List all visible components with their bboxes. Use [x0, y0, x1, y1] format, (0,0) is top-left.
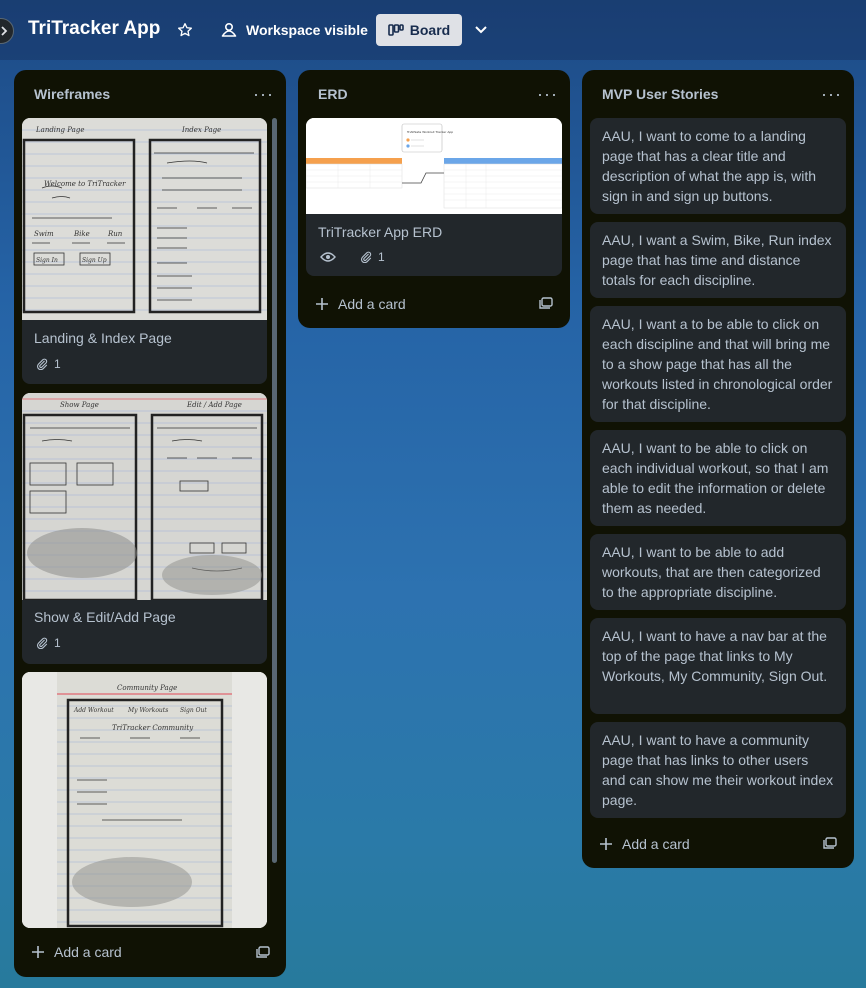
workspace-visible-button[interactable]: Workspace visible — [214, 14, 374, 46]
svg-text:Add Workout: Add Workout — [73, 707, 114, 714]
wireframe-sketch-image: Community Page Add Workout My Workouts S… — [22, 672, 267, 928]
svg-text:Run: Run — [107, 230, 123, 238]
people-icon — [221, 22, 237, 37]
card-badges: 1 — [36, 636, 61, 650]
list-mvp-user-stories: MVP User Stories ··· AAU, I want to come… — [582, 70, 854, 868]
card-title: Landing & Index Page — [34, 330, 172, 346]
list-menu-icon[interactable]: ··· — [253, 85, 274, 103]
svg-text:Bike: Bike — [73, 230, 90, 238]
card-user-story[interactable]: AAU, I want to have a nav bar at the top… — [590, 618, 846, 714]
card-text: AAU, I want to have a community page tha… — [602, 732, 834, 808]
star-icon — [178, 23, 192, 37]
svg-text:Welcome to TriTracker: Welcome to TriTracker — [44, 180, 126, 188]
list-title[interactable]: Wireframes — [34, 86, 110, 102]
svg-text:Sign In: Sign In — [36, 257, 58, 264]
board-view-label: Board — [409, 22, 451, 38]
svg-text:Sign Out: Sign Out — [180, 707, 207, 714]
list-menu-icon[interactable]: ··· — [821, 85, 842, 103]
chevron-right-icon — [1, 26, 8, 36]
svg-text:Index Page: Index Page — [181, 126, 221, 134]
add-card-button[interactable]: Add a card — [600, 836, 690, 852]
card-show-edit-add[interactable]: Show Page Edit / Add Page Show & Edit/Ad… — [22, 393, 267, 664]
card-user-story[interactable]: AAU, I want to have a community page tha… — [590, 722, 846, 818]
workspace-visible-label: Workspace visible — [246, 22, 368, 38]
card-text: AAU, I want to come to a landing page th… — [602, 128, 817, 204]
add-card-button[interactable]: Add a card — [32, 944, 122, 960]
erd-diagram-image: TriAthlete Workout Tracker App — [306, 118, 562, 214]
svg-text:Swim: Swim — [34, 230, 54, 238]
list-wireframes: Wireframes ··· Landing Page Index Page W… — [14, 70, 286, 977]
attachment-count: 1 — [54, 357, 61, 371]
svg-text:Edit / Add Page: Edit / Add Page — [186, 401, 242, 409]
card-landing-index[interactable]: Landing Page Index Page Welcome to TriTr… — [22, 118, 267, 384]
svg-text:Show Page: Show Page — [60, 401, 99, 409]
list-header: MVP User Stories ··· — [582, 70, 854, 118]
card-title: Show & Edit/Add Page — [34, 609, 176, 625]
list-title[interactable]: ERD — [318, 86, 348, 102]
card-template-icon[interactable] — [539, 297, 553, 309]
card-badges: 1 — [36, 357, 61, 371]
add-card-button[interactable]: Add a card — [316, 296, 406, 312]
card-template-icon[interactable] — [823, 837, 837, 849]
card-user-story[interactable]: AAU, I want to be able to add workouts, … — [590, 534, 846, 610]
card-user-story[interactable]: AAU, I want to come to a landing page th… — [590, 118, 846, 214]
card-user-story[interactable]: AAU, I want a Swim, Bike, Run index page… — [590, 222, 846, 298]
wireframe-sketch-image: Landing Page Index Page Welcome to TriTr… — [22, 118, 267, 320]
board-view-button[interactable]: Board — [376, 14, 462, 46]
list-erd: ERD ··· TriAthlete Workout Tracker App T… — [298, 70, 570, 328]
svg-text:My Workouts: My Workouts — [127, 707, 168, 714]
sketch-label: Landing Page — [35, 126, 84, 134]
card-text: AAU, I want to be able to click on each … — [602, 440, 829, 516]
expand-sidebar-button[interactable] — [0, 18, 14, 44]
list-title[interactable]: MVP User Stories — [602, 86, 718, 102]
svg-text:Community Page: Community Page — [117, 684, 177, 692]
card-community[interactable]: Community Page Add Workout My Workouts S… — [22, 672, 267, 928]
card-text: AAU, I want a to be able to click on eac… — [602, 316, 833, 412]
plus-icon — [316, 298, 328, 310]
attachment-count: 1 — [378, 250, 385, 264]
wireframe-sketch-image: Show Page Edit / Add Page — [22, 393, 267, 600]
svg-text:Sign Up: Sign Up — [82, 257, 107, 264]
attachment-icon — [361, 251, 372, 263]
list-scrollbar[interactable] — [272, 118, 277, 863]
add-card-label: Add a card — [622, 836, 690, 852]
star-button[interactable] — [170, 16, 200, 44]
add-card-label: Add a card — [338, 296, 406, 312]
chevron-down-icon — [475, 26, 487, 34]
board-title[interactable]: TriTracker App — [28, 18, 160, 40]
svg-text:TriTracker Community: TriTracker Community — [112, 724, 194, 732]
erd-legend-title: TriAthlete Workout Tracker App — [406, 130, 453, 134]
list-menu-icon[interactable]: ··· — [537, 85, 558, 103]
card-erd[interactable]: TriAthlete Workout Tracker App TriTracke… — [306, 118, 562, 276]
card-template-icon[interactable] — [256, 946, 270, 958]
eye-icon — [320, 252, 336, 262]
plus-icon — [32, 946, 44, 958]
card-text: AAU, I want to have a nav bar at the top… — [602, 628, 828, 684]
add-card-label: Add a card — [54, 944, 122, 960]
attachment-icon — [37, 637, 48, 649]
card-title: TriTracker App ERD — [318, 224, 443, 240]
card-badges: 1 — [320, 250, 385, 264]
view-switcher-button[interactable] — [466, 16, 496, 44]
attachment-icon — [37, 358, 48, 370]
board-header: TriTracker App Workspace visible Board — [0, 0, 866, 60]
attachment-count: 1 — [54, 636, 61, 650]
plus-icon — [600, 838, 612, 850]
card-user-story[interactable]: AAU, I want a to be able to click on eac… — [590, 306, 846, 422]
card-text: AAU, I want a Swim, Bike, Run index page… — [602, 232, 832, 288]
card-text: AAU, I want to be able to add workouts, … — [602, 544, 821, 600]
list-header: ERD ··· — [298, 70, 570, 118]
list-header: Wireframes ··· — [14, 70, 286, 118]
card-user-story[interactable]: AAU, I want to be able to click on each … — [590, 430, 846, 526]
board-icon — [387, 24, 404, 36]
